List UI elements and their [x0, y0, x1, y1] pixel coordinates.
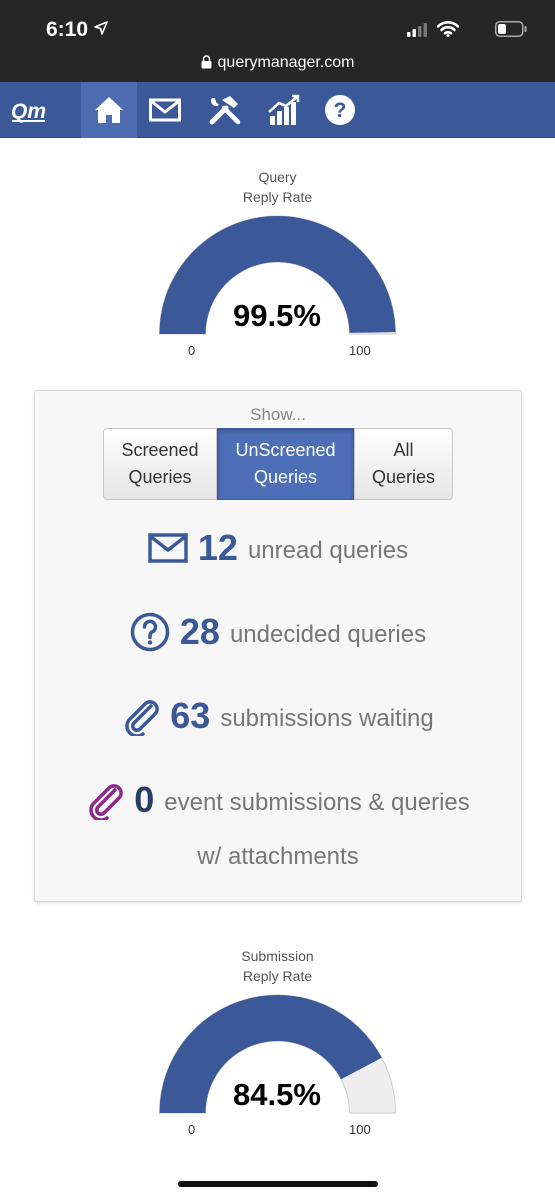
undecided-queries-link[interactable]: 28 undecided queries: [35, 611, 521, 653]
submissions-label: submissions waiting: [220, 705, 434, 732]
query-summary-panel: Show... Screened Queries UnScreened Querie…: [34, 390, 522, 902]
submission-gauge-title-line1: Submission: [241, 948, 314, 964]
mail-icon: [149, 98, 181, 122]
filter-all-queries-button[interactable]: All Queries: [354, 428, 453, 500]
query-gauge-title-line1: Query: [258, 169, 297, 185]
location-arrow-icon: [94, 21, 108, 35]
query-filter-group: Screened Queries UnScreened Queries All Que…: [103, 428, 453, 500]
wifi-icon: [437, 21, 459, 37]
question-circle-icon: [130, 612, 170, 652]
filter-screened-line2: Queries: [128, 467, 192, 487]
event-submissions-label-line1: event submissions & queries: [164, 789, 470, 816]
filter-screened-line1: Screened: [121, 440, 199, 460]
undecided-count: 28: [179, 611, 220, 652]
nav-mail[interactable]: [137, 82, 193, 138]
unread-count: 12: [197, 527, 238, 568]
submission-gauge-title: Submission Reply Rate: [0, 946, 555, 986]
nav-bar: Qm ?: [0, 82, 555, 138]
filter-screened-queries-button[interactable]: Screened Queries: [103, 428, 217, 500]
submission-gauge-max: 100: [349, 1122, 371, 1137]
help-icon: ?: [325, 95, 355, 125]
event-submissions-second-line: w/ attachments: [35, 837, 521, 871]
cellular-signal-icon: [407, 23, 427, 37]
paperclip-icon: [125, 700, 160, 736]
svg-text:Qm: Qm: [11, 100, 46, 123]
undecided-label: undecided queries: [229, 621, 427, 648]
submission-gauge-value: 84.5%: [233, 1077, 321, 1112]
status-time: 6:10: [46, 18, 89, 41]
unread-queries-link[interactable]: 12 unread queries: [35, 527, 521, 569]
status-bar: 6:10: [0, 0, 555, 52]
unread-label: unread queries: [247, 537, 409, 564]
nav-home[interactable]: [81, 82, 137, 138]
mail-icon: [148, 533, 188, 563]
chart-icon: [268, 94, 300, 125]
home-icon: [95, 97, 123, 123]
event-submissions-link[interactable]: 0 event submissions & queries: [35, 779, 521, 821]
submission-gauge-title-line2: Reply Rate: [242, 968, 313, 984]
query-gauge-max: 100: [349, 343, 371, 358]
battery-icon: [495, 21, 527, 37]
event-submissions-count: 0: [134, 779, 155, 820]
query-gauge-value: 99.5%: [233, 298, 321, 333]
lock-icon: [201, 55, 212, 69]
filter-unscreened-line2: Queries: [253, 467, 317, 487]
url-bar[interactable]: querymanager.com: [0, 52, 555, 82]
filter-all-line1: All: [393, 440, 414, 460]
submissions-count: 63: [170, 695, 211, 736]
qm-logo[interactable]: Qm: [10, 96, 50, 124]
filter-unscreened-line1: UnScreened: [235, 440, 336, 460]
filter-all-line2: Queries: [371, 467, 436, 487]
url-text: querymanager.com: [217, 54, 355, 71]
svg-text:?: ?: [334, 99, 347, 122]
home-indicator: [178, 1181, 378, 1187]
submission-gauge: 84.5%: [158, 994, 397, 1114]
event-submissions-label-line2: w/ attachments: [197, 843, 359, 870]
tools-icon: [209, 96, 241, 125]
nav-reports[interactable]: [256, 82, 312, 138]
submission-gauge-min: 0: [188, 1122, 196, 1137]
attachment-paperclip-icon: [89, 784, 124, 820]
app-page: 6:10 querymanager.com Qm ? Query Reply R…: [0, 0, 555, 1200]
nav-help[interactable]: ?: [312, 82, 368, 138]
query-gauge-title-line2: Reply Rate: [242, 189, 313, 205]
show-label: Show...: [250, 405, 306, 424]
nav-tools[interactable]: [197, 82, 253, 138]
filter-unscreened-queries-button[interactable]: UnScreened Queries: [217, 428, 354, 500]
submissions-waiting-link[interactable]: 63 submissions waiting: [35, 695, 521, 737]
query-gauge: 99.5%: [158, 215, 397, 335]
query-gauge-title: Query Reply Rate: [0, 167, 555, 207]
query-gauge-min: 0: [188, 343, 196, 358]
